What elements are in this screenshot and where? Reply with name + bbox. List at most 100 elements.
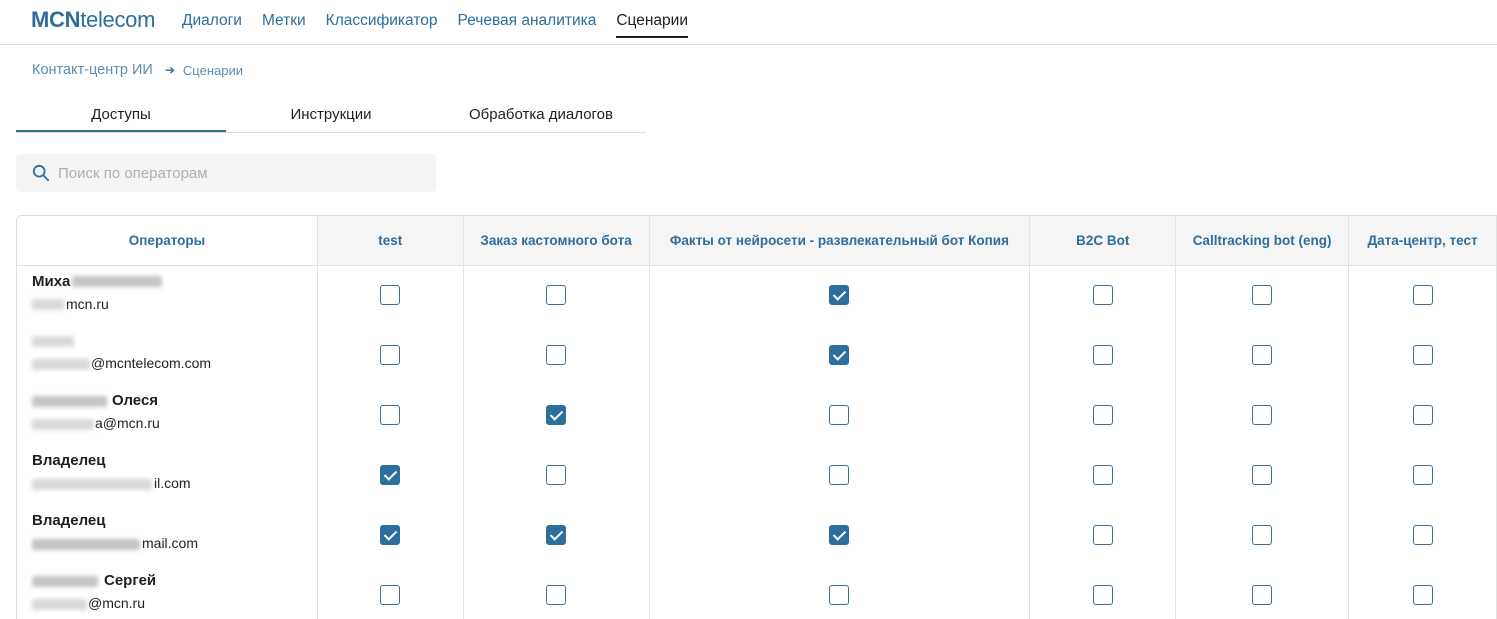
access-cell xyxy=(463,385,650,445)
breadcrumb-current: Сценарии xyxy=(182,62,243,78)
operator-cell: Миха mcn.ru xyxy=(17,265,318,325)
access-checkbox[interactable] xyxy=(1092,285,1113,306)
access-checkbox[interactable] xyxy=(1092,465,1113,485)
redacted-email xyxy=(32,299,64,311)
nav-tags[interactable]: Метки xyxy=(262,12,306,38)
column-header-calltracking-bot[interactable]: Calltracking bot (eng) xyxy=(1175,216,1350,266)
column-header-custom-bot[interactable]: Заказ кастомного бота xyxy=(463,216,650,266)
access-checkbox[interactable] xyxy=(546,345,567,365)
access-cell xyxy=(1348,325,1497,385)
access-checkbox[interactable] xyxy=(1092,345,1113,365)
access-grid: Операторы test Заказ кастомного бота Фак… xyxy=(17,216,1497,619)
access-checkbox[interactable] xyxy=(546,285,567,306)
column-header-operators[interactable]: Операторы xyxy=(17,216,318,266)
nav-scenarios[interactable]: Сценарии xyxy=(616,12,688,38)
access-cell xyxy=(1348,265,1497,325)
mcntelecom-logo[interactable]: MCNtelecom xyxy=(31,7,155,33)
breadcrumb-root-link[interactable]: Контакт-центр ИИ xyxy=(32,62,153,78)
access-checkbox[interactable] xyxy=(380,465,401,485)
access-cell xyxy=(317,325,464,385)
access-cell xyxy=(1175,385,1350,445)
access-checkbox[interactable] xyxy=(1252,405,1273,425)
access-checkbox[interactable] xyxy=(829,525,850,545)
access-checkbox[interactable] xyxy=(546,585,567,605)
access-checkbox[interactable] xyxy=(1412,285,1433,306)
access-checkbox[interactable] xyxy=(380,345,401,365)
access-checkbox[interactable] xyxy=(380,405,401,425)
access-checkbox[interactable] xyxy=(546,405,567,425)
access-checkbox[interactable] xyxy=(380,525,401,545)
operator-name: Олеся xyxy=(112,392,159,409)
table-row: Миха mcn.ru xyxy=(17,265,1497,325)
access-checkbox[interactable] xyxy=(380,585,401,605)
tab-instructions[interactable]: Инструкции xyxy=(226,100,436,132)
access-checkbox[interactable] xyxy=(829,405,850,425)
column-header-b2c-bot[interactable]: B2C Bot xyxy=(1029,216,1177,266)
access-checkbox[interactable] xyxy=(1412,525,1433,545)
operator-search-box xyxy=(16,154,436,192)
tab-dialog-processing[interactable]: Обработка диалогов xyxy=(436,100,646,132)
operator-email: mail.com xyxy=(142,535,199,551)
redacted-email xyxy=(32,418,94,430)
access-checkbox[interactable] xyxy=(829,285,850,306)
access-cell xyxy=(463,445,650,505)
redacted-name xyxy=(32,335,74,347)
access-checkbox[interactable] xyxy=(546,465,567,485)
table-row: @mcntelecom.com xyxy=(17,325,1497,385)
table-header-row: Операторы test Заказ кастомного бота Фак… xyxy=(17,216,1497,266)
access-cell xyxy=(649,565,1031,619)
operator-cell: Олеся a@mcn.ru xyxy=(17,385,318,445)
access-checkbox[interactable] xyxy=(1092,405,1113,425)
top-navigation-bar: MCNtelecom Диалоги Метки Классификатор Р… xyxy=(0,0,1497,45)
operator-search-input[interactable] xyxy=(58,164,418,182)
column-header-test[interactable]: test xyxy=(317,216,464,266)
tab-access[interactable]: Доступы xyxy=(16,100,226,132)
operator-name: Владелец xyxy=(32,452,106,469)
operator-cell: Владелец mail.com xyxy=(17,505,318,565)
access-checkbox[interactable] xyxy=(1252,525,1273,545)
access-cell xyxy=(317,385,464,445)
access-cell xyxy=(463,265,650,325)
redacted-name xyxy=(32,395,107,407)
column-header-datacenter-test[interactable]: Дата-центр, тест xyxy=(1348,216,1497,266)
access-checkbox[interactable] xyxy=(1412,345,1433,365)
operator-cell: Сергей @mcn.ru xyxy=(17,565,318,619)
column-header-ai-facts-bot[interactable]: Факты от нейросети - развлекательный бот… xyxy=(649,216,1031,266)
access-checkbox[interactable] xyxy=(1412,585,1433,605)
redacted-email xyxy=(32,358,90,370)
access-checkbox[interactable] xyxy=(1092,525,1113,545)
access-cell xyxy=(649,505,1031,565)
nav-classifier[interactable]: Классификатор xyxy=(326,12,438,38)
access-cell xyxy=(1175,445,1350,505)
breadcrumb: Контакт-центр ИИ ➔ Сценарии xyxy=(32,62,243,78)
access-checkbox[interactable] xyxy=(1252,285,1273,306)
operator-cell: Владелец il.com xyxy=(17,445,318,505)
access-checkbox[interactable] xyxy=(829,345,850,365)
operator-cell: @mcntelecom.com xyxy=(17,325,318,385)
access-cell xyxy=(649,265,1031,325)
access-checkbox[interactable] xyxy=(380,285,401,306)
access-checkbox[interactable] xyxy=(1092,585,1113,605)
operator-name: Сергей xyxy=(104,572,157,589)
operator-email: @mcn.ru xyxy=(88,595,145,611)
access-checkbox[interactable] xyxy=(829,465,850,485)
access-cell xyxy=(463,325,650,385)
nav-speech-analytics[interactable]: Речевая аналитика xyxy=(458,12,597,38)
access-cell xyxy=(317,265,464,325)
tabs: Доступы Инструкции Обработка диалогов xyxy=(16,100,646,133)
access-checkbox[interactable] xyxy=(546,525,567,545)
operator-email: il.com xyxy=(154,475,191,491)
access-cell xyxy=(649,445,1031,505)
access-cell xyxy=(1029,265,1177,325)
access-cell xyxy=(1029,565,1177,619)
access-checkbox[interactable] xyxy=(1252,585,1273,605)
access-checkbox[interactable] xyxy=(1252,465,1273,485)
access-checkbox[interactable] xyxy=(829,585,850,605)
nav-dialogs[interactable]: Диалоги xyxy=(182,12,242,38)
operator-email: mcn.ru xyxy=(66,295,109,312)
access-cell xyxy=(317,445,464,505)
access-checkbox[interactable] xyxy=(1412,405,1433,425)
access-checkbox[interactable] xyxy=(1412,465,1433,485)
access-table: Операторы test Заказ кастомного бота Фак… xyxy=(16,215,1497,619)
access-checkbox[interactable] xyxy=(1252,345,1273,365)
